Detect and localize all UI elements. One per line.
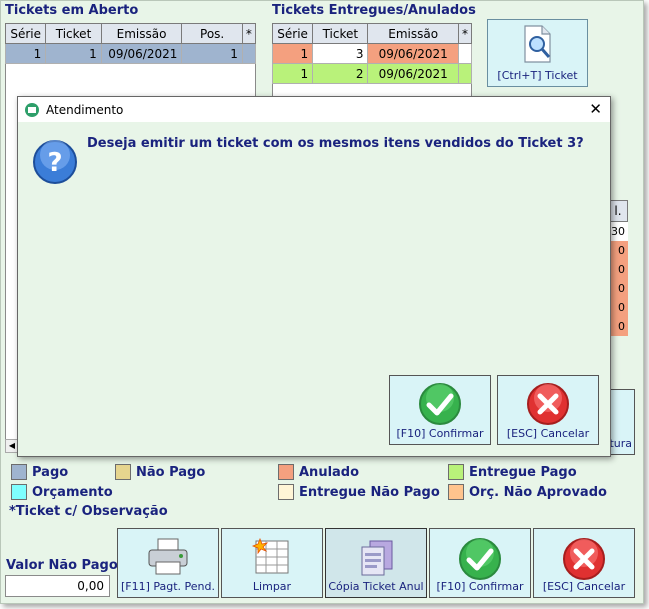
dialog-title: Atendimento bbox=[46, 102, 124, 117]
delivered-tickets-title: Tickets Entregues/Anulados bbox=[272, 3, 476, 18]
dialog-title-bar: Atendimento ✕ bbox=[18, 97, 610, 122]
legend-swatch bbox=[11, 484, 27, 500]
cancel-x-icon bbox=[563, 538, 605, 580]
ticket-button-label: [Ctrl+T] Ticket bbox=[497, 69, 578, 82]
check-icon bbox=[419, 383, 461, 425]
main-window: Tickets em Aberto Série Ticket Emissão P… bbox=[0, 0, 644, 604]
legend-label: Orç. Não Aprovado bbox=[469, 484, 607, 500]
legend-swatch bbox=[11, 464, 27, 480]
legend-label: Entregue Não Pago bbox=[299, 484, 440, 500]
open-tickets-grid[interactable]: Série Ticket Emissão Pos. * 1 1 09/06/20… bbox=[4, 23, 257, 64]
ticket-button[interactable]: [Ctrl+T] Ticket bbox=[487, 19, 588, 87]
delivered-tickets-grid[interactable]: Série Ticket Emissão * 1 3 09/06/2021 1 … bbox=[271, 23, 473, 84]
cell-pos: 1 bbox=[181, 43, 243, 64]
cell-obs bbox=[241, 43, 257, 64]
legend-observacao: *Ticket c/ Observação bbox=[9, 504, 168, 519]
dialog-confirm-label: [F10] Confirmar bbox=[396, 427, 484, 440]
cell-serie: 1 bbox=[4, 43, 47, 64]
cell-serie: 1 bbox=[271, 43, 314, 64]
legend-label: Entregue Pago bbox=[469, 464, 577, 480]
cell-emissao: 09/06/2021 bbox=[367, 43, 459, 64]
legend-label: Pago bbox=[32, 464, 69, 480]
valor-nao-pago-field[interactable]: 0,00 bbox=[5, 575, 110, 597]
printer-icon bbox=[148, 538, 188, 575]
confirmar-button[interactable]: [F10] Confirmar bbox=[429, 528, 531, 598]
legend-swatch bbox=[115, 464, 131, 480]
app-logo-icon bbox=[25, 102, 39, 117]
legend-label: Não Pago bbox=[136, 464, 206, 480]
legend-anulado: Anulado bbox=[278, 464, 359, 480]
col-emissao[interactable]: Emissão bbox=[100, 23, 183, 44]
cell-emissao: 09/06/2021 bbox=[367, 63, 459, 84]
legend-nao-pago: Não Pago bbox=[115, 464, 205, 480]
col-emissao[interactable]: Emissão bbox=[367, 23, 459, 44]
table-row[interactable]: 1 2 09/06/2021 bbox=[271, 63, 473, 84]
cancelar-label: [ESC] Cancelar bbox=[542, 580, 626, 593]
cell-ticket: 2 bbox=[312, 63, 369, 84]
pagt-pend-button[interactable]: [F11] Pagt. Pend. bbox=[117, 528, 219, 598]
legend-entregue-pago: Entregue Pago bbox=[448, 464, 577, 480]
col-obs[interactable]: * bbox=[241, 23, 257, 44]
col-ticket[interactable]: Ticket bbox=[45, 23, 102, 44]
col-serie[interactable]: Série bbox=[4, 23, 47, 44]
question-icon: ? bbox=[33, 140, 77, 184]
check-icon bbox=[459, 538, 501, 580]
col-ticket[interactable]: Ticket bbox=[312, 23, 369, 44]
legend-swatch bbox=[278, 484, 294, 500]
cell-ticket: 3 bbox=[312, 43, 369, 64]
dialog-confirmar-button[interactable]: [F10] Confirmar bbox=[389, 375, 491, 445]
svg-text:?: ? bbox=[47, 148, 62, 178]
partial-cell: 0 bbox=[608, 317, 628, 336]
dialog-cancel-label: [ESC] Cancelar bbox=[506, 427, 590, 440]
copy-document-icon bbox=[361, 540, 393, 576]
partial-fatura-label: tura bbox=[609, 437, 632, 450]
partial-col-header: l. bbox=[608, 200, 628, 222]
legend-entregue-nao-pago: Entregue Não Pago bbox=[278, 484, 440, 500]
dialog-cancelar-button[interactable]: [ESC] Cancelar bbox=[497, 375, 599, 445]
cell-serie: 1 bbox=[271, 63, 314, 84]
table-row[interactable]: 1 3 09/06/2021 bbox=[271, 43, 473, 64]
copia-label: Cópia Ticket Anul bbox=[328, 580, 424, 593]
cell-ticket: 1 bbox=[45, 43, 102, 64]
legend-label: Anulado bbox=[299, 464, 360, 480]
legend-label: Orçamento bbox=[32, 484, 113, 500]
partial-cell: 0 bbox=[608, 279, 628, 298]
legend-swatch bbox=[448, 484, 464, 500]
partial-cell: 30 bbox=[608, 222, 628, 241]
close-icon[interactable]: ✕ bbox=[589, 100, 602, 118]
cell-obs bbox=[457, 63, 473, 84]
limpar-button[interactable]: Limpar bbox=[221, 528, 323, 598]
col-serie[interactable]: Série bbox=[271, 23, 314, 44]
cancel-x-icon bbox=[527, 383, 569, 425]
cell-emissao: 09/06/2021 bbox=[100, 43, 183, 64]
partial-cell: 0 bbox=[608, 241, 628, 260]
confirmar-label: [F10] Confirmar bbox=[436, 580, 524, 593]
copia-ticket-anul-button[interactable]: Cópia Ticket Anul bbox=[325, 528, 427, 598]
valor-nao-pago-label: Valor Não Pago bbox=[6, 558, 118, 573]
partial-cell: 0 bbox=[608, 298, 628, 317]
col-obs[interactable]: * bbox=[457, 23, 473, 44]
clear-grid-icon bbox=[251, 537, 289, 574]
legend-orcamento: Orçamento bbox=[11, 484, 113, 500]
legend-pago: Pago bbox=[11, 464, 68, 480]
atendimento-dialog: Atendimento ✕ ? Deseja emitir um ticket … bbox=[17, 96, 611, 457]
legend-orc-nao-aprovado: Orç. Não Aprovado bbox=[448, 484, 607, 500]
partial-cell: 0 bbox=[608, 260, 628, 279]
limpar-label: Limpar bbox=[252, 580, 292, 593]
table-row[interactable]: 1 1 09/06/2021 1 bbox=[4, 43, 257, 64]
legend-swatch bbox=[448, 464, 464, 480]
magnifier-document-icon bbox=[524, 25, 551, 63]
cell-obs bbox=[457, 43, 473, 64]
legend-swatch bbox=[278, 464, 294, 480]
cancelar-button[interactable]: [ESC] Cancelar bbox=[533, 528, 635, 598]
dialog-message: Deseja emitir um ticket com os mesmos it… bbox=[87, 136, 584, 151]
col-pos[interactable]: Pos. bbox=[181, 23, 243, 44]
open-tickets-title: Tickets em Aberto bbox=[5, 3, 139, 18]
pagt-pend-label: [F11] Pagt. Pend. bbox=[120, 580, 216, 593]
